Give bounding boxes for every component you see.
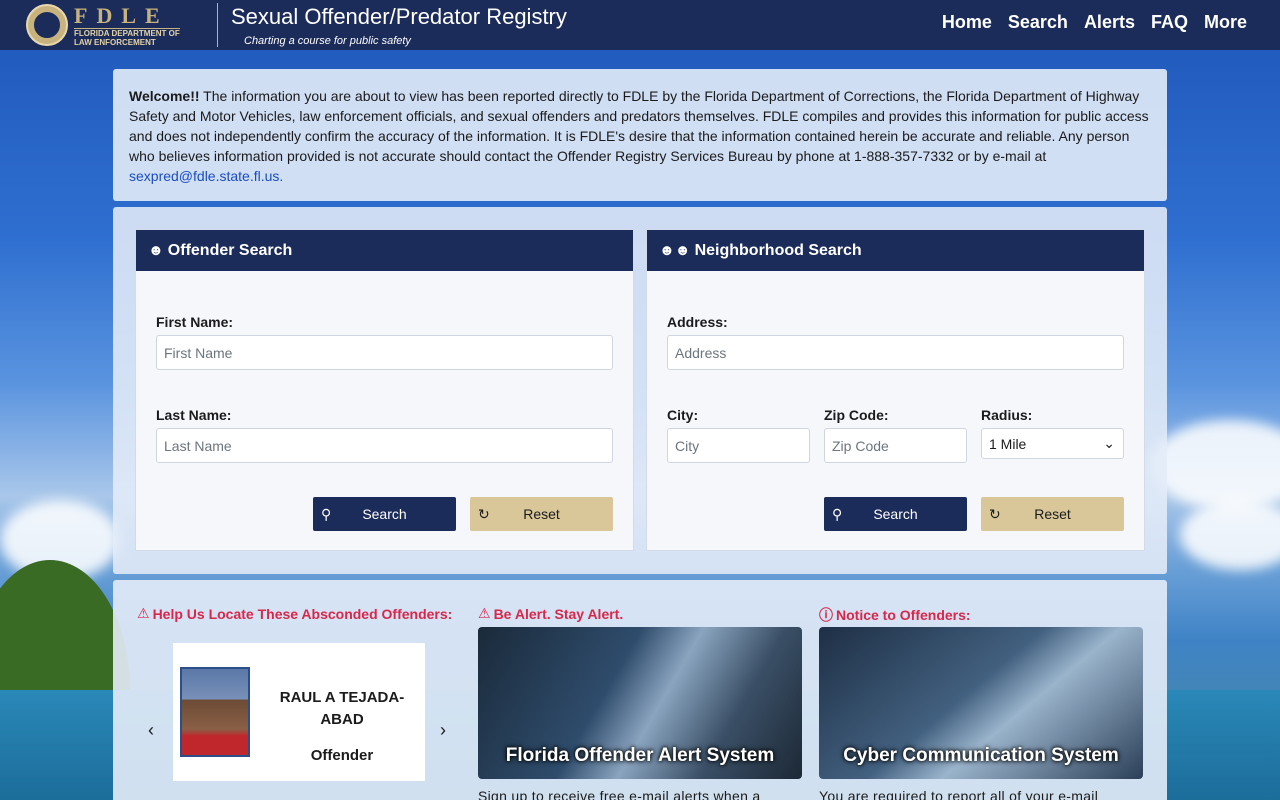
nav-faq[interactable]: FAQ — [1151, 12, 1188, 33]
offender-alert-caption: Florida Offender Alert System — [505, 745, 775, 766]
offender-search-header: ☻ Offender Search — [136, 230, 633, 271]
cyber-communication-banner[interactable]: Cyber Communication System — [819, 627, 1143, 779]
offender-role: Offender — [310, 747, 374, 764]
warning-icon: ⚠ — [478, 605, 491, 621]
carousel-next-icon[interactable]: › — [440, 720, 446, 741]
first-name-label: First Name: — [156, 314, 234, 330]
last-name-label: Last Name: — [156, 407, 232, 423]
people-icon: ☻☻ — [659, 242, 691, 259]
chevron-down-icon: ⌄ — [1103, 435, 1115, 451]
nav-search[interactable]: Search — [1008, 12, 1068, 33]
neighborhood-reset-button[interactable]: ↻ Reset — [981, 497, 1124, 531]
carousel-prev-icon[interactable]: ‹ — [148, 720, 154, 741]
neighborhood-search-button[interactable]: ⚲ Search — [824, 497, 967, 531]
background-cloud — [1150, 420, 1280, 510]
radius-label: Radius: — [981, 407, 1033, 423]
alert-title: ⚠ Be Alert. Stay Alert. — [478, 605, 624, 622]
nav-more[interactable]: More — [1204, 12, 1247, 33]
site-title: Sexual Offender/Predator Registry — [231, 4, 567, 29]
city-input[interactable]: City — [667, 428, 810, 463]
offender-reset-button[interactable]: ↻ Reset — [470, 497, 613, 531]
offender-alert-banner[interactable]: Florida Offender Alert System — [478, 627, 802, 779]
cyber-communication-caption: Cyber Communication System — [843, 745, 1119, 766]
header-divider — [217, 3, 218, 47]
contact-email-link[interactable]: sexpred@fdle.state.fl.us. — [129, 168, 283, 184]
welcome-lead: Welcome!! — [129, 88, 200, 104]
notice-title: ⓘ Notice to Offenders: — [819, 607, 971, 623]
last-name-input[interactable]: Last Name — [156, 428, 613, 463]
city-label: City: — [667, 407, 699, 423]
search-area: ☻ Offender Search First Name: First Name… — [113, 207, 1167, 574]
person-icon: ☻ — [148, 242, 164, 259]
nav-home[interactable]: Home — [942, 12, 992, 33]
offender-name: RAUL A TEJADA-ABAD — [279, 689, 405, 728]
site-tagline: Charting a course for public safety — [244, 35, 411, 47]
info-icon: ⓘ — [819, 607, 833, 623]
offender-search-button[interactable]: ⚲ Search — [313, 497, 456, 531]
offender-photo[interactable] — [180, 667, 250, 757]
neighborhood-search-card: ☻☻ Neighborhood Search Address: Address … — [646, 229, 1145, 551]
address-input[interactable]: Address — [667, 335, 1124, 370]
zip-code-input[interactable]: Zip Code — [824, 428, 967, 463]
zip-code-label: Zip Code: — [824, 407, 889, 423]
address-label: Address: — [667, 314, 728, 330]
notice-description: You are required to report all of your e… — [819, 788, 1099, 800]
radius-select[interactable]: 1 Mile ⌄ — [981, 428, 1124, 459]
welcome-text: The information you are about to view ha… — [129, 88, 1149, 164]
fdle-seal-logo[interactable] — [26, 4, 68, 46]
background-cloud — [1180, 500, 1280, 570]
refresh-icon: ↻ — [989, 505, 1001, 522]
neighborhood-search-header: ☻☻ Neighborhood Search — [647, 230, 1144, 271]
fdle-wordmark[interactable]: FDLE FLORIDA DEPARTMENT OF LAW ENFORCEME… — [74, 4, 180, 47]
warning-icon: ⚠ — [137, 605, 150, 621]
welcome-notice: Welcome!! The information you are about … — [113, 69, 1167, 201]
first-name-input[interactable]: First Name — [156, 335, 613, 370]
search-icon: ⚲ — [832, 505, 843, 522]
main-nav: Home Search Alerts FAQ More — [942, 12, 1247, 33]
nav-alerts[interactable]: Alerts — [1084, 12, 1135, 33]
refresh-icon: ↻ — [478, 505, 490, 522]
search-icon: ⚲ — [321, 505, 332, 522]
top-header: FDLE FLORIDA DEPARTMENT OF LAW ENFORCEME… — [0, 0, 1280, 50]
absconded-offender-card[interactable]: RAUL A TEJADA-ABAD Offender — [173, 643, 425, 781]
alert-description: Sign up to receive free e-mail alerts wh… — [478, 788, 761, 800]
offender-search-card: ☻ Offender Search First Name: First Name… — [135, 229, 634, 551]
info-section: ⚠ Help Us Locate These Absconded Offende… — [113, 580, 1167, 800]
absconded-title: ⚠ Help Us Locate These Absconded Offende… — [137, 605, 453, 622]
